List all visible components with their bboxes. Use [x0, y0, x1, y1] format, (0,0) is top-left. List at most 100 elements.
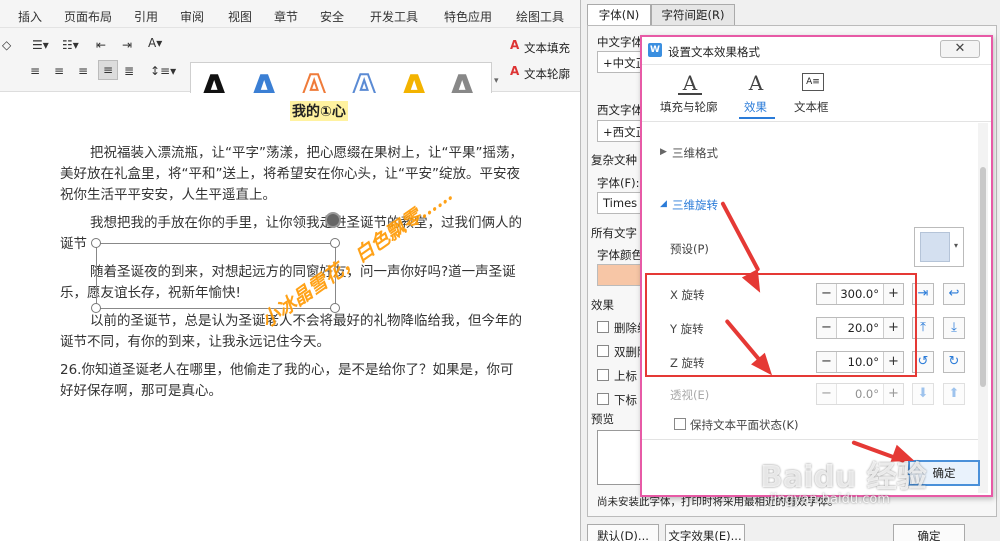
subscript-checkbox[interactable] — [597, 393, 609, 405]
preview-label: 预览 — [591, 412, 614, 426]
menu-references[interactable]: 引用 — [134, 8, 158, 25]
distribute-icon[interactable]: ≣ — [124, 64, 134, 78]
default-button[interactable]: 默认(D)... — [587, 524, 659, 541]
font-label: 字体(F): — [597, 176, 640, 190]
section-3d-rotation[interactable]: 三维旋转 — [672, 197, 718, 213]
menu-bar: 插入 页面布局 引用 审阅 视图 章节 安全 开发工具 特色应用 绘图工具 — [0, 0, 580, 28]
menu-review[interactable]: 审阅 — [180, 8, 204, 25]
section-3d-format[interactable]: 三维格式 — [672, 145, 718, 161]
double-strikethrough-checkbox[interactable] — [597, 345, 609, 357]
doc-line: 把祝福装入漂流瓶，让“平字”荡漾，把心愿缀在果树上，让“平果”摇荡， — [90, 145, 523, 161]
dialog-title-bar[interactable]: W 设置文本效果格式 ✕ — [642, 37, 991, 65]
doc-line: 诞节 — [60, 236, 87, 252]
ribbon: ◇ ☰▾ ☷▾ ⇤ ⇥ A▾ ≡ ≡ ≡ ≡ ≣ ↕≡▾ A A A A A A… — [0, 28, 580, 118]
text-effects-dialog: W 设置文本效果格式 ✕ A 填充与轮廓 A 效果 A≡ 文本框 ▶ 三维格式 … — [640, 35, 993, 497]
effects-tab-icon: A — [748, 71, 764, 95]
close-icon[interactable]: ✕ — [940, 40, 980, 58]
resize-handle[interactable] — [330, 303, 340, 313]
font-color-label: 字体颜色 — [597, 248, 643, 262]
perspective-value: 0.0° — [854, 387, 879, 401]
text-fill-icon[interactable]: A — [510, 38, 519, 52]
rotate-down-icon[interactable]: ⤓ — [943, 317, 965, 339]
tab-textbox[interactable]: 文本框 — [794, 99, 829, 115]
align-left-icon[interactable]: ≡ — [30, 64, 40, 78]
increase-indent-icon[interactable]: ⇥ — [122, 38, 132, 52]
expand-3d-format-icon[interactable]: ▶ — [660, 147, 667, 157]
effects-label: 效果 — [591, 298, 614, 312]
rotate-handle[interactable] — [325, 212, 341, 228]
preset-dropdown[interactable]: ▾ — [914, 227, 964, 267]
subscript-label: 下标 — [614, 393, 637, 407]
menu-drawing-tools[interactable]: 绘图工具 — [516, 8, 564, 25]
app-logo-icon: W — [648, 43, 662, 57]
scrollbar-thumb[interactable] — [980, 167, 986, 387]
divider — [642, 121, 991, 122]
menu-special[interactable]: 特色应用 — [444, 8, 492, 25]
doc-line: 祝你生活平平安安，人生平遥直上。 — [60, 187, 276, 203]
tab-font[interactable]: 字体(N) — [587, 4, 651, 26]
tab-fill-outline[interactable]: 填充与轮廓 — [660, 99, 718, 115]
document-page[interactable]: 我的①心 把祝福装入漂流瓶，让“平字”荡漾，把心愿缀在果树上，让“平果”摇荡， … — [0, 93, 580, 541]
align-right-icon[interactable]: ≡ — [78, 64, 88, 78]
text-direction-icon[interactable]: A▾ — [148, 36, 162, 50]
all-text-label: 所有文字 — [591, 226, 637, 240]
diamond-icon[interactable]: ◇ — [2, 38, 11, 52]
underline-icon — [678, 93, 702, 95]
keep-flat-label: 保持文本平面状态(K) — [690, 418, 799, 432]
preset-swatch — [920, 232, 950, 262]
menu-developer[interactable]: 开发工具 — [370, 8, 418, 25]
active-tab-indicator — [739, 117, 775, 119]
doc-line: 26.你知道圣诞老人在哪里，他偷走了我的心，是不是给你了？如果是，你可 — [60, 362, 514, 378]
decrement-icon: − — [817, 384, 837, 404]
text-outline-label[interactable]: 文本轮廓 — [524, 66, 570, 82]
align-center-icon[interactable]: ≡ — [54, 64, 64, 78]
page-title: 我的①心 — [290, 101, 348, 121]
scrollbar[interactable] — [978, 123, 988, 493]
superscript-checkbox[interactable] — [597, 369, 609, 381]
menu-view[interactable]: 视图 — [228, 8, 252, 25]
gallery-more-icon[interactable]: ▾ — [494, 76, 499, 86]
strikethrough-checkbox[interactable] — [597, 321, 609, 333]
tab-effects[interactable]: 效果 — [744, 99, 767, 115]
bullet-list-icon[interactable]: ☰▾ — [32, 38, 49, 52]
tab-char-spacing[interactable]: 字符间距(R) — [651, 4, 735, 26]
perspective-label: 透视(E) — [670, 388, 710, 402]
decrease-indent-icon[interactable]: ⇤ — [96, 38, 106, 52]
rotate-cw-icon[interactable]: ↻ — [943, 351, 965, 373]
numbered-list-icon[interactable]: ☷▾ — [62, 38, 79, 52]
doc-line: 诞节不同，有你的到来，让我永远记住今天。 — [60, 334, 330, 350]
text-fill-label[interactable]: 文本填充 — [524, 40, 570, 56]
menu-page-layout[interactable]: 页面布局 — [64, 8, 112, 25]
preset-label: 预设(P) — [670, 242, 709, 256]
double-strikethrough-label: 双删除线 — [614, 345, 642, 359]
menu-security[interactable]: 安全 — [320, 8, 344, 25]
menu-insert[interactable]: 插入 — [18, 8, 42, 25]
complex-script-label: 复杂文种 — [591, 153, 637, 167]
doc-line: 我想把我的手放在你的手里，让你领我走进圣诞节的教堂，过我们俩人的 — [90, 215, 522, 231]
doc-line: 以前的圣诞节，总是认为圣诞老人不会将最好的礼物降临给我，但今年的 — [90, 313, 522, 329]
resize-handle[interactable] — [91, 238, 101, 248]
western-font-label: 西文字体 — [597, 103, 643, 117]
perspective-down-icon: ⬇ — [912, 383, 934, 405]
increment-icon: + — [883, 384, 903, 404]
keep-flat-checkbox[interactable] — [674, 418, 686, 430]
chevron-down-icon: ▾ — [954, 241, 959, 250]
justify-icon[interactable]: ≡ — [98, 60, 118, 80]
textbox-tab-icon: A≡ — [802, 73, 824, 91]
superscript-label: 上标 — [614, 369, 637, 383]
line-spacing-icon[interactable]: ↕≡▾ — [150, 64, 176, 78]
doc-line: 好好保存啊，那可是真心。 — [60, 383, 222, 399]
font-ok-button[interactable]: 确定 — [893, 524, 965, 541]
rotate-right-icon[interactable]: ↩ — [943, 283, 965, 305]
baidu-watermark: Baidu 经验 — [760, 460, 927, 495]
perspective-stepper: − 0.0° + — [816, 383, 904, 405]
collapse-3d-rotation-icon[interactable]: ◢ — [660, 199, 667, 209]
resize-handle[interactable] — [330, 238, 340, 248]
highlight-box — [645, 273, 917, 377]
text-effects-button[interactable]: 文字效果(E)... — [665, 524, 745, 541]
divider — [642, 439, 978, 440]
text-outline-icon[interactable]: A — [510, 64, 519, 78]
perspective-up-icon: ⬆ — [943, 383, 965, 405]
menu-chapter[interactable]: 章节 — [274, 8, 298, 25]
resize-handle[interactable] — [91, 303, 101, 313]
